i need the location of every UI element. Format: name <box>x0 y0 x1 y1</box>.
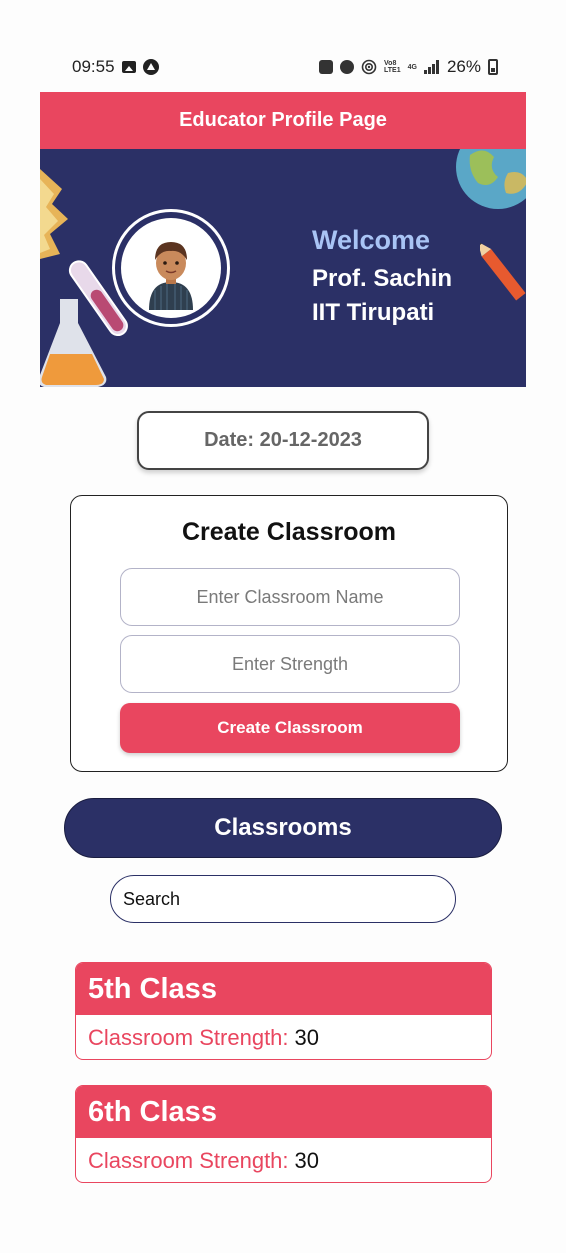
welcome-block: Welcome Prof. Sachin IIT Tirupati <box>312 225 452 330</box>
strength-value: 30 <box>294 1148 320 1173</box>
profile-banner: Welcome Prof. Sachin IIT Tirupati <box>40 149 526 387</box>
person-avatar-icon <box>149 242 193 310</box>
classroom-name: 5th Class <box>76 963 491 1015</box>
alarm-icon <box>340 60 355 74</box>
avatar <box>121 218 221 318</box>
educator-name: Prof. Sachin <box>312 265 453 292</box>
avatar-ring <box>112 209 230 327</box>
classroom-card[interactable]: 5th Class Classroom Strength: 30 <box>75 962 492 1060</box>
classroom-name: 6th Class <box>76 1086 491 1138</box>
date-label: Date: 20-12-2023 <box>204 429 362 451</box>
create-classroom-title: Create Classroom <box>182 518 396 546</box>
date-display: Date: 20-12-2023 <box>137 411 429 470</box>
network-type-label: 4G <box>407 63 417 71</box>
app-header: Educator Profile Page <box>40 92 526 149</box>
network-lte: LTE1 <box>384 67 401 74</box>
classroom-card[interactable]: 6th Class Classroom Strength: 30 <box>75 1085 492 1183</box>
status-time: 09:55 <box>72 57 115 76</box>
flask-illustration <box>40 299 107 387</box>
welcome-text: Welcome <box>312 225 431 255</box>
status-bar: 09:55 Vo8 LTE1 4G 26% <box>72 52 498 82</box>
network-type: 4G <box>408 64 417 71</box>
globe-illustration <box>456 149 526 209</box>
hotspot-icon <box>361 59 377 75</box>
classrooms-title: Classrooms <box>214 814 352 841</box>
lock-icon <box>319 60 334 74</box>
search-input[interactable] <box>110 875 456 923</box>
pencil-illustration <box>480 241 526 301</box>
create-classroom-card: Create Classroom Create Classroom <box>70 495 508 772</box>
battery-percent: 26% <box>446 57 481 76</box>
page-title: Educator Profile Page <box>179 109 387 131</box>
strength-input[interactable] <box>120 635 460 693</box>
classrooms-heading: Classrooms <box>64 798 502 858</box>
classroom-name-input[interactable] <box>120 568 460 626</box>
institution-name: IIT Tirupati <box>312 299 435 326</box>
app-circle-icon <box>142 59 159 75</box>
signal-icon <box>423 60 440 74</box>
status-right: Vo8 LTE1 4G 26% <box>319 57 498 77</box>
strength-label: Classroom Strength: <box>88 1148 289 1173</box>
status-left: 09:55 <box>72 57 159 77</box>
classroom-strength-row: Classroom Strength: 30 <box>76 1015 491 1059</box>
network-label: Vo8 LTE1 <box>384 60 401 74</box>
network-volte: Vo8 <box>384 60 397 67</box>
gallery-icon <box>121 61 136 73</box>
pencil-shavings-illustration <box>40 169 68 259</box>
battery-icon <box>488 59 498 75</box>
create-classroom-button[interactable]: Create Classroom <box>120 703 460 753</box>
classroom-strength-row: Classroom Strength: 30 <box>76 1138 491 1182</box>
strength-value: 30 <box>294 1025 320 1050</box>
educator-profile-screen: 09:55 Vo8 LTE1 4G 26% Educator Profile P… <box>0 0 566 1253</box>
strength-label: Classroom Strength: <box>88 1025 289 1050</box>
